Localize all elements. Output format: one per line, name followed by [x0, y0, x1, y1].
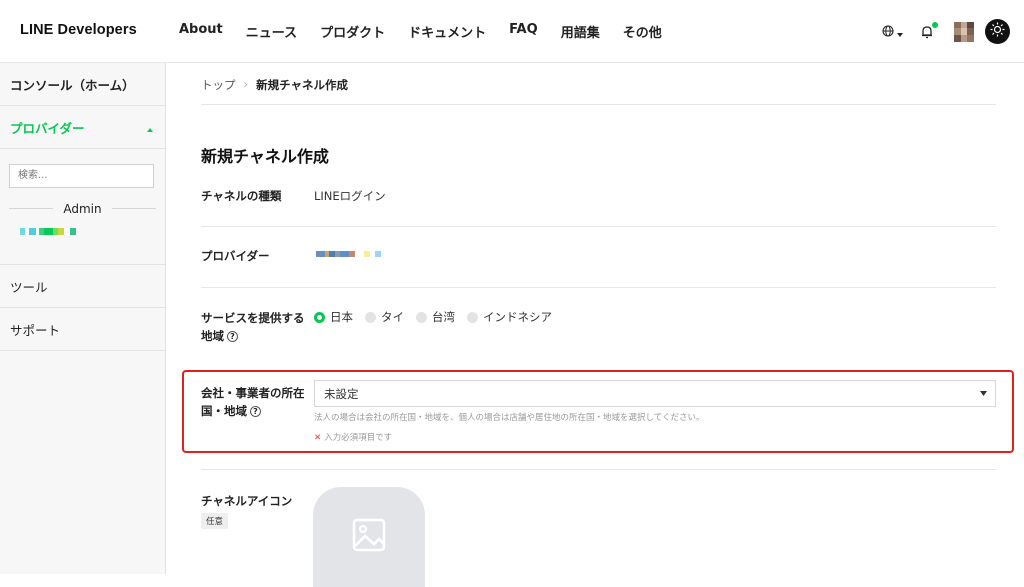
- divider: [201, 287, 996, 288]
- top-header: LINE Developers About ニュース プロダクト ドキュメント …: [0, 0, 1024, 63]
- sun-icon: [990, 22, 1005, 41]
- provider-name-redacted[interactable]: [20, 227, 156, 235]
- channel-type-value: LINEログイン: [314, 189, 386, 203]
- admin-divider: Admin: [9, 202, 156, 216]
- theme-toggle-button[interactable]: [985, 19, 1010, 44]
- sidebar-item-label: プロバイダー: [10, 120, 85, 136]
- radio-unchecked-icon: [416, 311, 427, 323]
- radio-label: 台湾: [432, 310, 455, 324]
- radio-indonesia[interactable]: インドネシア: [467, 309, 552, 325]
- notification-button[interactable]: [921, 21, 938, 43]
- divider: [201, 104, 996, 105]
- language-selector[interactable]: [882, 22, 903, 41]
- main-nav: About ニュース プロダクト ドキュメント FAQ 用語集 その他: [179, 22, 685, 41]
- radio-thailand[interactable]: タイ: [365, 309, 404, 325]
- sidebar-item-tools[interactable]: ツール: [0, 265, 165, 308]
- sidebar-item-label: コンソール（ホーム）: [10, 77, 135, 93]
- sidebar-item-console[interactable]: コンソール（ホーム）: [0, 63, 165, 106]
- avatar[interactable]: [954, 21, 974, 42]
- channel-icon-upload[interactable]: [313, 487, 425, 587]
- radio-label: インドネシア: [483, 310, 552, 324]
- divider: [201, 469, 996, 470]
- chevron-down-icon: [897, 22, 903, 41]
- image-placeholder-icon: [352, 518, 386, 556]
- region-label-line1: サービスを提供する: [201, 311, 305, 325]
- radio-unchecked-icon: [365, 311, 376, 323]
- admin-label: Admin: [63, 201, 102, 216]
- radio-label: タイ: [381, 310, 404, 324]
- sidebar: コンソール（ホーム） プロバイダー Admin ツール サポート: [0, 63, 166, 574]
- nav-glossary[interactable]: 用語集: [561, 22, 600, 41]
- breadcrumb: トップ › 新規チャネル作成: [201, 77, 348, 93]
- highlight-frame: [182, 370, 1014, 453]
- sidebar-item-label: ツール: [10, 279, 48, 295]
- radio-taiwan[interactable]: 台湾: [416, 309, 455, 325]
- sidebar-item-label: サポート: [10, 322, 61, 338]
- breadcrumb-current: 新規チャネル作成: [256, 78, 348, 92]
- radio-unchecked-icon: [467, 311, 478, 323]
- radio-japan[interactable]: 日本: [314, 309, 353, 325]
- site-logo[interactable]: LINE Developers: [20, 22, 137, 38]
- sidebar-item-provider[interactable]: プロバイダー: [0, 106, 165, 149]
- breadcrumb-separator: ›: [243, 77, 249, 91]
- globe-icon: [882, 22, 894, 41]
- radio-label: 日本: [330, 310, 353, 324]
- region-label-line2: 地域: [201, 329, 224, 343]
- header-actions: [882, 19, 1010, 44]
- nav-products[interactable]: プロダクト: [320, 22, 385, 41]
- radio-checked-icon: [314, 311, 325, 323]
- channel-icon-label: チャネルアイコン: [201, 494, 293, 508]
- chevron-up-icon: [147, 120, 153, 135]
- provider-panel: Admin: [0, 149, 165, 265]
- sidebar-item-support[interactable]: サポート: [0, 308, 165, 351]
- provider-search-input[interactable]: [9, 163, 154, 188]
- help-icon[interactable]: ?: [227, 331, 238, 342]
- page-title: 新規チャネル作成: [201, 147, 329, 166]
- nav-news[interactable]: ニュース: [246, 22, 297, 41]
- channel-type-label: チャネルの種類: [201, 189, 282, 203]
- nav-more[interactable]: その他: [623, 22, 662, 41]
- provider-label: プロバイダー: [201, 249, 270, 263]
- notification-dot: [932, 21, 938, 28]
- bell-icon: [921, 24, 933, 43]
- divider: [201, 226, 996, 227]
- nav-faq[interactable]: FAQ: [509, 22, 538, 41]
- region-label: サービスを提供する 地域?: [201, 309, 305, 345]
- nav-about[interactable]: About: [179, 22, 223, 41]
- optional-badge: 任意: [201, 513, 229, 529]
- breadcrumb-top[interactable]: トップ: [201, 77, 236, 93]
- provider-value-redacted: [316, 251, 381, 257]
- region-radio-group: 日本 タイ 台湾 インドネシア: [314, 309, 552, 325]
- nav-docs[interactable]: ドキュメント: [408, 22, 486, 41]
- main-content: トップ › 新規チャネル作成 新規チャネル作成 チャネルの種類 LINEログイン…: [166, 63, 1024, 587]
